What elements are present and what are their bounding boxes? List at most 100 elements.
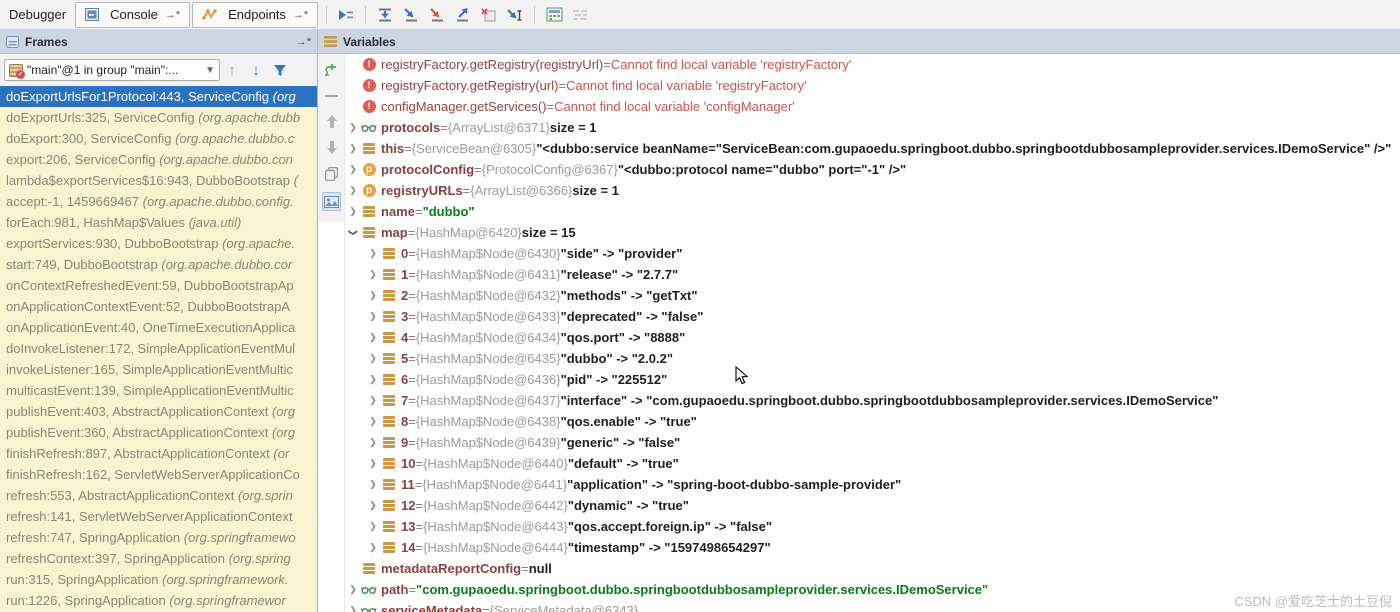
frame-row[interactable]: forEach:981, HashMap$Values (java.util) bbox=[0, 212, 317, 233]
variable-row[interactable]: ❯ p protocolConfig = {ProtocolConfig@6367}… bbox=[345, 159, 1400, 180]
step-out-button[interactable] bbox=[450, 3, 476, 27]
frame-row[interactable]: onApplicationContextEvent:52, DubboBoots… bbox=[0, 296, 317, 317]
frame-row[interactable]: doExport:300, ServiceConfig (org.apache.… bbox=[0, 128, 317, 149]
thread-selector[interactable]: ✓ "main"@1 in group "main":... ▼ bbox=[4, 59, 220, 81]
frame-row[interactable]: multicastEvent:139, SimpleApplicationEve… bbox=[0, 380, 317, 401]
frame-row[interactable]: run:1226, SpringApplication (org.springf… bbox=[0, 590, 317, 611]
chevron-collapsed-icon[interactable]: ❯ bbox=[345, 605, 361, 612]
chevron-collapsed-icon[interactable]: ❯ bbox=[365, 290, 381, 301]
next-frame-button[interactable]: ↓ bbox=[244, 58, 268, 82]
frame-method: exportServices:930, DubboBootstrap bbox=[6, 236, 223, 251]
variable-row[interactable]: ❯ 0 = {HashMap$Node@6430} "side" -> "prov… bbox=[345, 243, 1400, 264]
variable-row[interactable]: ❯ 4 = {HashMap$Node@6434} "qos.port" -> "… bbox=[345, 327, 1400, 348]
chevron-collapsed-icon[interactable]: ❯ bbox=[365, 479, 381, 490]
remove-watch-button[interactable] bbox=[322, 86, 341, 105]
chevron-collapsed-icon[interactable]: ❯ bbox=[365, 416, 381, 427]
variable-row[interactable]: ❯ map = {HashMap@6420} size = 15 bbox=[345, 222, 1400, 243]
force-step-into-button[interactable] bbox=[424, 3, 450, 27]
chevron-collapsed-icon[interactable]: ❯ bbox=[365, 458, 381, 469]
variable-row[interactable]: ❯ 9 = {HashMap$Node@6439} "generic" -> "f… bbox=[345, 432, 1400, 453]
frame-row[interactable]: refreshContext:397, SpringApplication (o… bbox=[0, 548, 317, 569]
chevron-collapsed-icon[interactable]: ❯ bbox=[365, 395, 381, 406]
chevron-collapsed-icon[interactable]: ❯ bbox=[345, 143, 361, 154]
variable-row[interactable]: ❯ 11 = {HashMap$Node@6441} "application" … bbox=[345, 474, 1400, 495]
variable-segment-ref: {HashMap$Node@6443} bbox=[423, 519, 568, 534]
frame-row[interactable]: doInvokeListener:172, SimpleApplicationE… bbox=[0, 338, 317, 359]
hide-frames-button[interactable]: →* bbox=[296, 36, 311, 48]
variable-row[interactable]: ❯ this = {ServiceBean@6305} "<dubbo:servi… bbox=[345, 138, 1400, 159]
frame-row[interactable]: refresh:747, SpringApplication (org.spri… bbox=[0, 527, 317, 548]
frame-row[interactable]: finishRefresh:162, ServletWebServerAppli… bbox=[0, 464, 317, 485]
variable-row[interactable]: ! registryFactory.getRegistry(url) = Cann… bbox=[345, 75, 1400, 96]
drop-frame-button[interactable] bbox=[476, 3, 502, 27]
variable-row[interactable]: ❯ name = "dubbo" bbox=[345, 201, 1400, 222]
variable-row[interactable]: ❯ protocols = {ArrayList@6371} size = 1 bbox=[345, 117, 1400, 138]
variable-row[interactable]: ❯ 2 = {HashMap$Node@6432} "methods" -> "g… bbox=[345, 285, 1400, 306]
frame-row[interactable]: onApplicationEvent:40, OneTimeExecutionA… bbox=[0, 317, 317, 338]
frame-row[interactable]: export:206, ServiceConfig (org.apache.du… bbox=[0, 149, 317, 170]
frame-row[interactable]: onContextRefreshedEvent:59, DubboBootstr… bbox=[0, 275, 317, 296]
frame-row[interactable]: refresh:553, AbstractApplicationContext … bbox=[0, 485, 317, 506]
show-watches-in-variables-button[interactable] bbox=[322, 192, 341, 211]
frame-row[interactable]: publishEvent:360, AbstractApplicationCon… bbox=[0, 422, 317, 443]
chevron-collapsed-icon[interactable]: ❯ bbox=[345, 164, 361, 175]
variable-row[interactable]: ❯ 1 = {HashMap$Node@6431} "release" -> "2… bbox=[345, 264, 1400, 285]
chevron-collapsed-icon[interactable]: ❯ bbox=[365, 269, 381, 280]
variable-row[interactable]: ! registryFactory.getRegistry(registryUrl… bbox=[345, 54, 1400, 75]
chevron-collapsed-icon[interactable]: ❯ bbox=[345, 584, 361, 595]
frame-row[interactable]: run:315, SpringApplication (org.springfr… bbox=[0, 569, 317, 590]
chevron-collapsed-icon[interactable]: ❯ bbox=[365, 374, 381, 385]
tab-debugger[interactable]: Debugger bbox=[0, 2, 75, 28]
frame-row[interactable]: accept:-1, 1459669467 (org.apache.dubbo.… bbox=[0, 191, 317, 212]
chevron-collapsed-icon[interactable]: ❯ bbox=[365, 500, 381, 511]
move-watch-down-button[interactable] bbox=[322, 138, 341, 157]
step-over-button[interactable] bbox=[372, 3, 398, 27]
chevron-collapsed-icon[interactable]: ❯ bbox=[365, 437, 381, 448]
variable-row[interactable]: ❯ 14 = {HashMap$Node@6444} "timestamp" ->… bbox=[345, 537, 1400, 558]
frame-row[interactable]: invokeListener:165, SimpleApplicationEve… bbox=[0, 359, 317, 380]
chevron-expanded-icon[interactable]: ❯ bbox=[348, 225, 359, 241]
frame-row[interactable]: doExportUrls:325, ServiceConfig (org.apa… bbox=[0, 107, 317, 128]
chevron-collapsed-icon[interactable]: ❯ bbox=[365, 521, 381, 532]
trace-disabled-button[interactable] bbox=[567, 3, 593, 27]
variable-row[interactable]: ❯ 5 = {HashMap$Node@6435} "dubbo" -> "2.0… bbox=[345, 348, 1400, 369]
new-watch-button[interactable] bbox=[322, 60, 341, 79]
variable-row[interactable]: ❯ 12 = {HashMap$Node@6442} "dynamic" -> "… bbox=[345, 495, 1400, 516]
variable-row[interactable]: ❯ 13 = {HashMap$Node@6443} "qos.accept.fo… bbox=[345, 516, 1400, 537]
filter-frames-button[interactable] bbox=[268, 58, 292, 82]
variable-row[interactable]: ❯ 8 = {HashMap$Node@6438} "qos.enable" ->… bbox=[345, 411, 1400, 432]
variable-segment-eq: = bbox=[408, 309, 416, 324]
variable-row[interactable]: ! configManager.getServices() = Cannot fi… bbox=[345, 96, 1400, 117]
frame-row[interactable]: lambda$exportServices$16:943, DubboBoots… bbox=[0, 170, 317, 191]
frame-row[interactable]: finishRefresh:897, AbstractApplicationCo… bbox=[0, 443, 317, 464]
variable-row[interactable]: metadataReportConfig = null bbox=[345, 558, 1400, 579]
chevron-collapsed-icon[interactable]: ❯ bbox=[345, 185, 361, 196]
evaluate-expression-button[interactable] bbox=[541, 3, 567, 27]
chevron-collapsed-icon[interactable]: ❯ bbox=[365, 248, 381, 259]
chevron-collapsed-icon[interactable]: ❯ bbox=[365, 542, 381, 553]
step-into-button[interactable] bbox=[398, 3, 424, 27]
variable-row[interactable]: ❯ 6 = {HashMap$Node@6436} "pid" -> "22551… bbox=[345, 369, 1400, 390]
run-to-cursor-button[interactable] bbox=[502, 3, 528, 27]
frame-row[interactable]: exportServices:930, DubboBootstrap (org.… bbox=[0, 233, 317, 254]
field-icon bbox=[383, 248, 395, 259]
tab-console[interactable]: Console →* bbox=[75, 1, 191, 28]
show-execution-point-button[interactable] bbox=[333, 3, 359, 27]
frame-row[interactable]: start:749, DubboBootstrap (org.apache.du… bbox=[0, 254, 317, 275]
variable-row[interactable]: ❯ 7 = {HashMap$Node@6437} "interface" -> … bbox=[345, 390, 1400, 411]
chevron-collapsed-icon[interactable]: ❯ bbox=[365, 311, 381, 322]
move-watch-up-button[interactable] bbox=[322, 112, 341, 131]
variable-row[interactable]: ❯ 3 = {HashMap$Node@6433} "deprecated" ->… bbox=[345, 306, 1400, 327]
previous-frame-button[interactable]: ↑ bbox=[220, 58, 244, 82]
duplicate-watch-button[interactable] bbox=[322, 164, 341, 183]
variable-row[interactable]: ❯ p registryURLs = {ArrayList@6366} size =… bbox=[345, 180, 1400, 201]
frame-row[interactable]: refresh:141, ServletWebServerApplication… bbox=[0, 506, 317, 527]
tab-endpoints[interactable]: Endpoints →* bbox=[192, 1, 319, 28]
frame-row[interactable]: publishEvent:403, AbstractApplicationCon… bbox=[0, 401, 317, 422]
chevron-collapsed-icon[interactable]: ❯ bbox=[365, 353, 381, 364]
variable-row[interactable]: ❯ 10 = {HashMap$Node@6440} "default" -> "… bbox=[345, 453, 1400, 474]
chevron-collapsed-icon[interactable]: ❯ bbox=[345, 122, 361, 133]
chevron-collapsed-icon[interactable]: ❯ bbox=[345, 206, 361, 217]
chevron-collapsed-icon[interactable]: ❯ bbox=[365, 332, 381, 343]
frame-row[interactable]: doExportUrlsFor1Protocol:443, ServiceCon… bbox=[0, 86, 317, 107]
